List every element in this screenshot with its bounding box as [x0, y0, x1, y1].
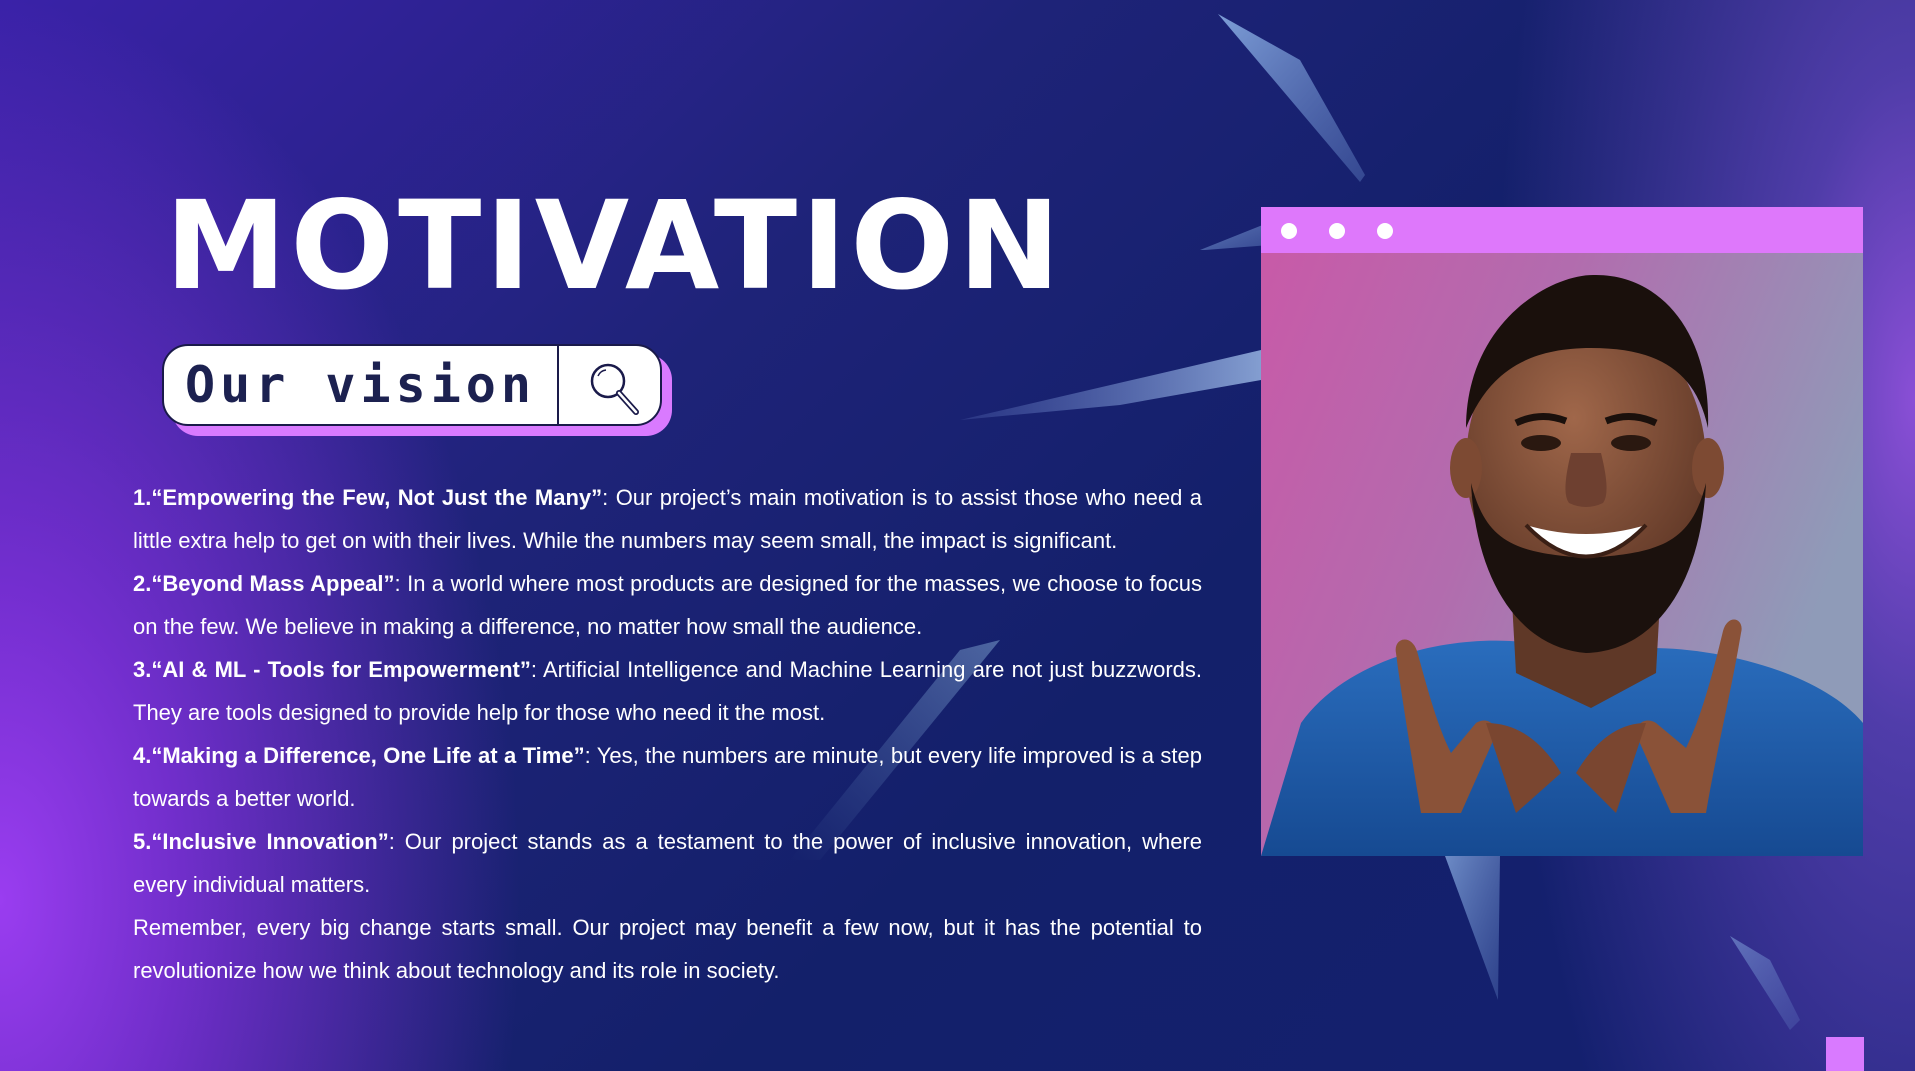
- search-icon[interactable]: [584, 358, 644, 418]
- closing-paragraph: Remember, every big change starts small.…: [133, 915, 1202, 983]
- smiling-man-photo: [1261, 253, 1863, 856]
- search-bar-divider: [557, 346, 559, 424]
- motivation-point: 5.“Inclusive Innovation”: Our project st…: [133, 820, 1202, 906]
- window-dot-icon: [1281, 223, 1297, 239]
- motivation-point: 1.“Empowering the Few, Not Just the Many…: [133, 476, 1202, 562]
- point-heading: 2.“Beyond Mass Appeal”: [133, 571, 395, 596]
- point-heading: 1.“Empowering the Few, Not Just the Many…: [133, 485, 603, 510]
- point-heading: 5.“Inclusive Innovation”: [133, 829, 389, 854]
- point-heading: 4.“Making a Difference, One Life at a Ti…: [133, 743, 585, 768]
- window-dot-icon: [1329, 223, 1345, 239]
- vision-search-bar[interactable]: Our vision: [162, 344, 672, 436]
- motivation-point: 3.“AI & ML - Tools for Empowerment”: Art…: [133, 648, 1202, 734]
- point-heading: 3.“AI & ML - Tools for Empowerment”: [133, 657, 531, 682]
- window-dot-icon: [1377, 223, 1393, 239]
- search-bar-label: Our vision: [184, 356, 537, 414]
- motivation-point: 4.“Making a Difference, One Life at a Ti…: [133, 734, 1202, 820]
- motivation-point: 2.“Beyond Mass Appeal”: In a world where…: [133, 562, 1202, 648]
- slide-title: MOTIVATION: [165, 175, 1065, 317]
- search-bar-box[interactable]: Our vision: [162, 344, 662, 426]
- photo-window: [1261, 207, 1863, 856]
- corner-accent-square: [1826, 1037, 1864, 1071]
- window-titlebar: [1261, 207, 1863, 253]
- motivation-text: 1.“Empowering the Few, Not Just the Many…: [133, 476, 1202, 992]
